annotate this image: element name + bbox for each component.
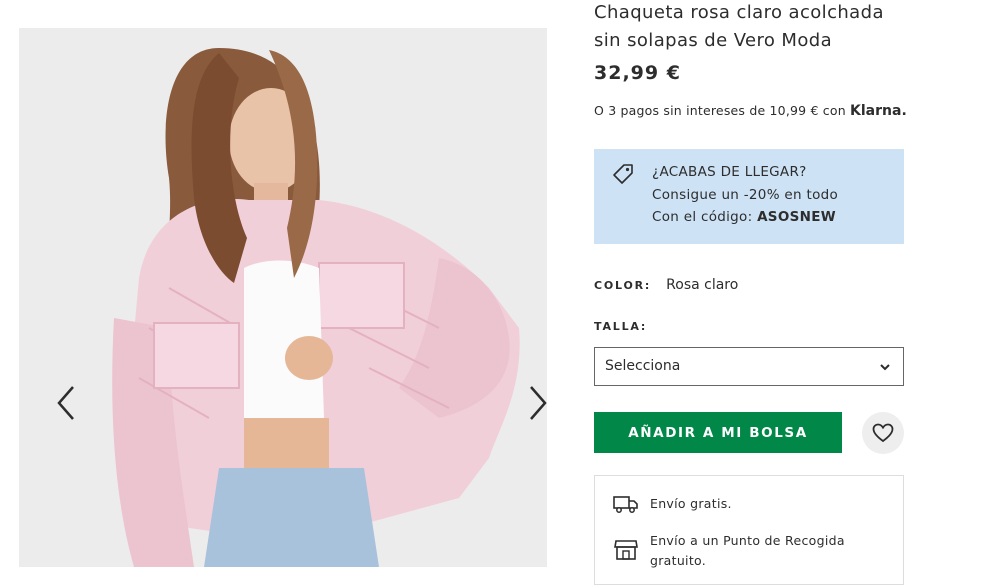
add-to-bag-button[interactable]: AÑADIR A MI BOLSA — [594, 412, 842, 453]
product-title-line2: sin solapas de Vero Moda — [594, 30, 833, 51]
prev-image-button[interactable] — [47, 383, 87, 423]
promo-text: ¿ACABAS DE LLEGAR? Consigue un -20% en t… — [652, 161, 838, 229]
chevron-right-icon — [530, 386, 547, 420]
promo-banner: ¿ACABAS DE LLEGAR? Consigue un -20% en t… — [594, 149, 904, 244]
product-gallery — [19, 28, 547, 567]
pickup-point-line2: gratuito. — [650, 553, 707, 568]
product-price: 32,99 € — [594, 62, 681, 84]
truck-icon — [613, 496, 638, 513]
product-title: Chaqueta rosa claro acolchada sin solapa… — [594, 0, 924, 55]
color-label: COLOR: — [594, 279, 652, 292]
promo-headline: ¿ACABAS DE LLEGAR? — [652, 164, 807, 180]
chevron-left-icon — [57, 386, 74, 420]
promo-code: ASOSNEW — [757, 209, 836, 225]
color-info: COLOR: Rosa claro — [594, 274, 738, 293]
size-label: TALLA: — [594, 320, 648, 333]
heart-icon — [872, 423, 894, 443]
size-select-value: Selecciona — [605, 358, 681, 374]
pickup-point-text: Envío a un Punto de Recogida gratuito. — [650, 531, 845, 571]
installments-text: O 3 pagos sin intereses de 10,99 € con — [594, 103, 846, 118]
free-shipping-text: Envío gratis. — [650, 496, 732, 511]
store-icon — [614, 540, 638, 560]
promo-code-line: Con el código: ASOSNEW — [652, 206, 838, 229]
next-image-button[interactable] — [517, 383, 547, 423]
klarna-logo[interactable]: Klarna. — [850, 103, 907, 119]
save-for-later-button[interactable] — [862, 412, 904, 454]
delivery-info: Envío gratis. Envío a un Punto de Recogi… — [594, 475, 904, 585]
promo-discount: Consigue un -20% en todo — [652, 186, 839, 203]
product-title-line1: Chaqueta rosa claro acolchada — [594, 2, 884, 23]
color-value: Rosa claro — [666, 277, 739, 293]
product-image — [19, 28, 547, 567]
installments-info: O 3 pagos sin intereses de 10,99 € con K… — [594, 103, 907, 119]
promo-code-label: Con el código: — [652, 209, 753, 225]
size-select[interactable]: Selecciona — [594, 347, 904, 386]
chevron-down-icon — [880, 364, 890, 371]
pickup-point-line1: Envío a un Punto de Recogida — [650, 533, 845, 548]
tag-icon — [613, 164, 633, 184]
